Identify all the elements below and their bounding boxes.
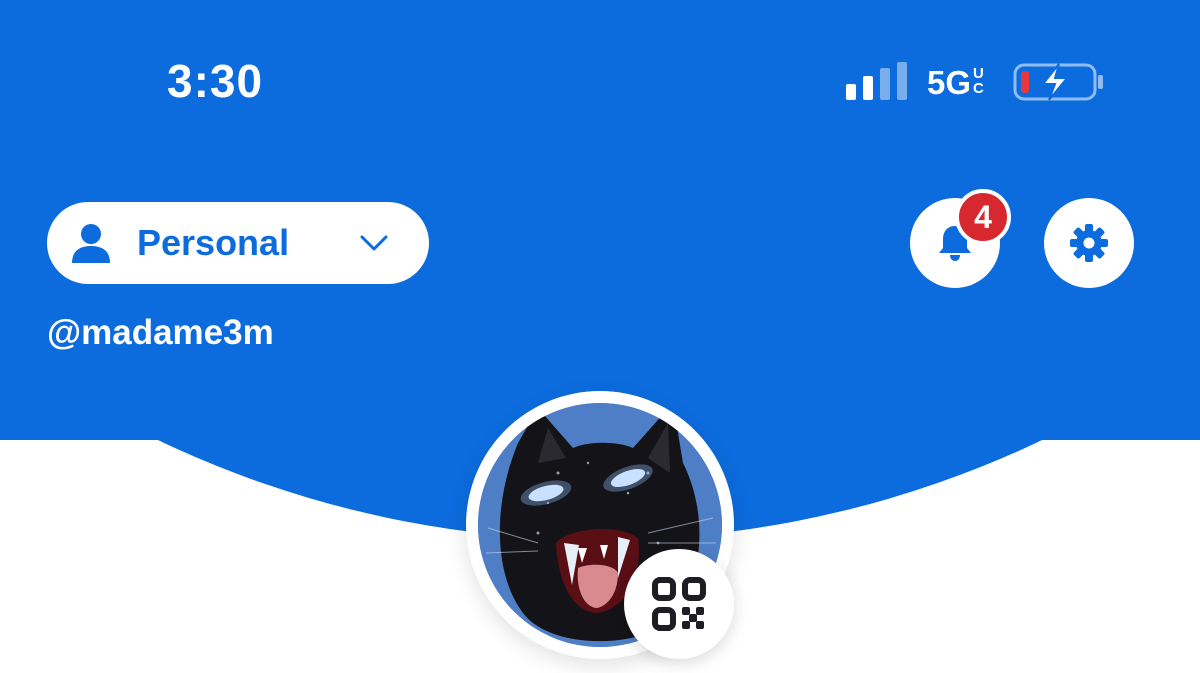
status-time: 3:30 [167,55,264,107]
person-icon [72,224,110,263]
account-type-label: Personal [137,222,290,263]
username: @madame3m [47,313,274,352]
network-suffix-bottom: C [973,80,984,97]
qr-code-icon [652,577,706,631]
battery-charging-icon [1013,63,1103,101]
notification-count-badge: 4 [955,189,1011,245]
profile-screen: 3:30 5G U C Personal @madame3m 4 [0,0,1200,673]
account-type-selector[interactable]: Personal [47,202,429,284]
qr-code-button[interactable] [624,549,734,659]
network-label: 5G [927,64,972,101]
chevron-down-icon [360,235,388,251]
network-indicator: 5G U C [927,64,984,102]
settings-button[interactable] [1044,198,1134,288]
network-suffix-top: U [973,65,984,82]
gear-icon [1070,224,1108,262]
signal-bars-icon [846,62,907,100]
